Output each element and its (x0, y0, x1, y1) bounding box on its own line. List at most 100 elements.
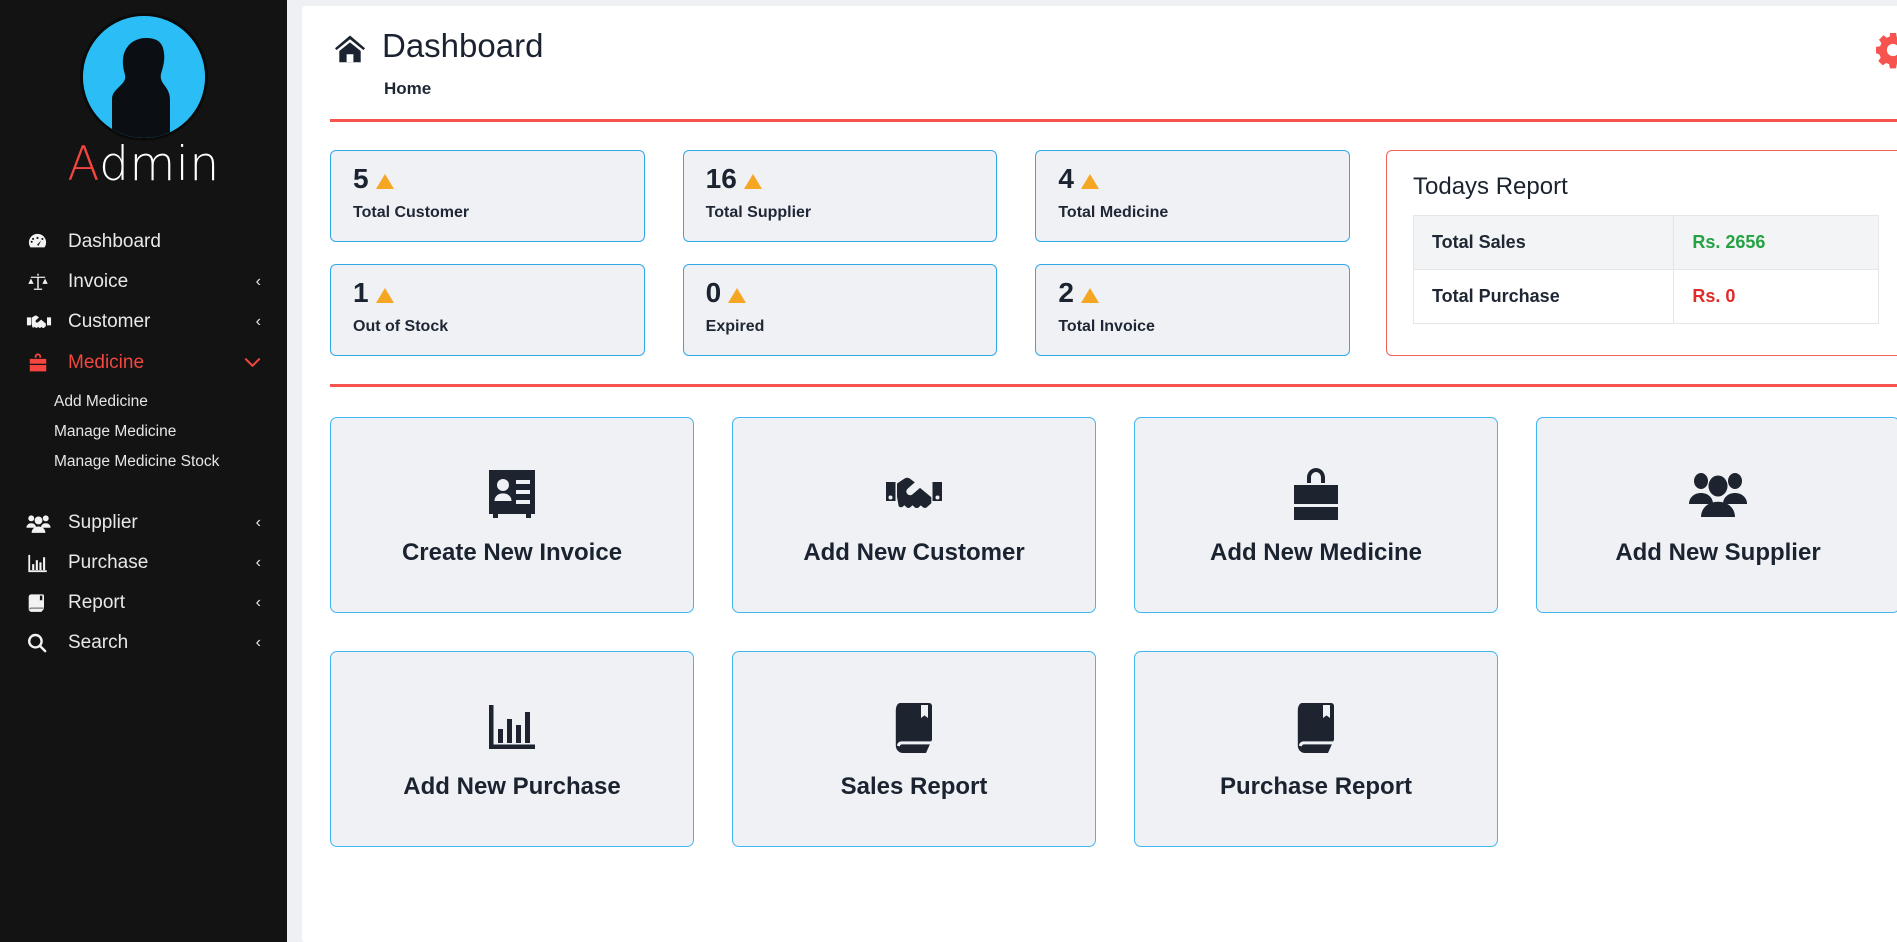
sidebar-item-invoice[interactable]: Invoice ‹ (0, 262, 287, 302)
sidebar-item-customer[interactable]: Customer ‹ (0, 302, 287, 342)
tile-label: Purchase Report (1219, 772, 1413, 800)
stat-number: 2 (1058, 276, 1074, 308)
stat-card-total-supplier[interactable]: 16 Total Supplier (682, 149, 998, 242)
quick-actions-row-2: Add New Purchase Sales Report Purchase R… (330, 650, 1897, 847)
sidebar-item-label: Invoice (68, 271, 129, 293)
handshake-icon (885, 463, 943, 525)
users-icon (1689, 463, 1747, 525)
sidebar-item-purchase[interactable]: Purchase ‹ (0, 543, 287, 583)
report-value-total-sales: Rs. 2656 (1673, 214, 1879, 270)
submenu-item-add-medicine[interactable]: Add Medicine (0, 387, 287, 417)
stat-value: 16 (705, 162, 997, 194)
chevron-left-icon: ‹ (255, 634, 261, 652)
triangle-up-icon (743, 174, 762, 190)
stats-section: 5 Total Customer 16 Total Supplier 4 Tot… (330, 149, 1897, 356)
tile-add-new-medicine[interactable]: Add New Medicine (1134, 416, 1498, 613)
gear-icon[interactable] (1874, 31, 1897, 69)
sidebar-item-report[interactable]: Report ‹ (0, 583, 287, 623)
stat-value: 0 (705, 276, 997, 308)
id-card-icon (485, 463, 539, 525)
home-icon (334, 34, 368, 69)
bar-chart-icon (26, 553, 56, 574)
stat-number: 16 (705, 162, 737, 194)
stat-row-2: 1 Out of Stock 0 Expired 2 Total Invoice (330, 263, 1351, 356)
quick-actions-row-1: Create New Invoice Add New Customer Add … (330, 416, 1897, 613)
brand-block: Admin (0, 0, 287, 199)
tile-purchase-report[interactable]: Purchase Report (1134, 650, 1498, 847)
triangle-up-icon (1080, 174, 1099, 190)
triangle-up-icon (728, 288, 747, 304)
sidebar-item-label: Report (68, 592, 126, 614)
users-icon (26, 513, 56, 534)
book-icon (891, 697, 937, 759)
app-root: Admin Dashboard Invoice ‹ Customer ‹ Med… (0, 0, 1897, 942)
brand-name: Admin (0, 140, 287, 189)
tile-label: Sales Report (840, 772, 988, 800)
table-row: Total Sales Rs. 2656 (1412, 214, 1879, 270)
balance-scale-icon (26, 271, 56, 293)
submenu-item-manage-medicine-stock[interactable]: Manage Medicine Stock (0, 447, 287, 477)
stat-label: Total Supplier (705, 203, 812, 221)
brand-rest: dmin (99, 137, 220, 192)
sidebar-item-label: Medicine (68, 351, 145, 373)
stat-value: 1 (353, 276, 644, 308)
stat-label: Out of Stock (353, 317, 449, 335)
stat-value: 2 (1058, 276, 1349, 308)
sidebar-item-label: Search (68, 632, 129, 654)
stat-number: 1 (353, 276, 369, 308)
todays-report-panel: Todays Report Total Sales Rs. 2656 Total… (1386, 149, 1897, 356)
user-silhouette-avatar (82, 16, 205, 138)
sidebar-item-label: Customer (68, 311, 151, 333)
page-header: Dashboard Home (330, 6, 1897, 99)
chevron-left-icon: ‹ (255, 554, 261, 572)
submenu-item-manage-medicine[interactable]: Manage Medicine (0, 417, 287, 447)
chevron-left-icon: ‹ (255, 273, 261, 291)
tile-label: Add New Supplier (1615, 538, 1821, 566)
medicine-bag-icon (26, 351, 56, 374)
stat-card-out-of-stock[interactable]: 1 Out of Stock (330, 263, 645, 356)
chevron-left-icon: ‹ (255, 594, 261, 612)
stat-card-expired[interactable]: 0 Expired (682, 263, 998, 356)
sidebar-nav: Dashboard Invoice ‹ Customer ‹ Medicine … (0, 221, 287, 663)
stat-row-1: 5 Total Customer 16 Total Supplier 4 Tot… (330, 149, 1351, 242)
sidebar-item-supplier[interactable]: Supplier ‹ (0, 503, 287, 543)
stat-label: Expired (705, 317, 765, 335)
triangle-up-icon (1080, 288, 1099, 304)
chevron-down-icon (244, 357, 261, 368)
tile-label: Add New Medicine (1209, 538, 1423, 566)
tile-create-new-invoice[interactable]: Create New Invoice (330, 416, 694, 613)
sidebar-item-dashboard[interactable]: Dashboard (0, 221, 287, 262)
tile-add-new-customer[interactable]: Add New Customer (732, 416, 1096, 613)
report-key-total-purchase: Total Purchase (1412, 268, 1675, 324)
stat-cards-grid: 5 Total Customer 16 Total Supplier 4 Tot… (330, 149, 1351, 356)
tile-sales-report[interactable]: Sales Report (732, 650, 1096, 847)
section-divider (330, 383, 1897, 387)
stat-card-total-customer[interactable]: 5 Total Customer (330, 149, 645, 242)
tile-label: Add New Purchase (403, 772, 621, 800)
todays-report-title: Todays Report (1413, 172, 1568, 200)
sidebar-item-search[interactable]: Search ‹ (0, 623, 287, 663)
stat-number: 0 (705, 276, 722, 308)
stat-value: 4 (1058, 162, 1349, 194)
table-row: Total Purchase Rs. 0 (1412, 268, 1879, 324)
stat-label: Total Customer (353, 203, 470, 221)
stat-card-total-invoice[interactable]: 2 Total Invoice (1035, 263, 1351, 356)
handshake-icon (26, 311, 56, 333)
tile-add-new-supplier[interactable]: Add New Supplier (1536, 416, 1897, 613)
stat-card-total-medicine[interactable]: 4 Total Medicine (1035, 149, 1351, 242)
triangle-up-icon (375, 174, 394, 190)
header-divider (330, 118, 1897, 122)
report-key-total-sales: Total Sales (1412, 214, 1675, 270)
medicine-submenu: Add Medicine Manage Medicine Manage Medi… (0, 383, 287, 489)
main-area: Dashboard Home 5 Total Customer 16 Total… (287, 0, 1897, 942)
chevron-left-icon: ‹ (255, 313, 261, 331)
breadcrumb[interactable]: Home (384, 79, 543, 99)
sidebar-item-medicine[interactable]: Medicine (0, 342, 287, 383)
brand-initial: A (67, 137, 100, 192)
report-value-total-purchase: Rs. 0 (1673, 268, 1879, 324)
stat-number: 4 (1058, 162, 1074, 194)
header-texts: Dashboard Home (382, 26, 543, 99)
tile-add-new-purchase[interactable]: Add New Purchase (330, 650, 694, 847)
bar-chart-icon (486, 697, 538, 759)
